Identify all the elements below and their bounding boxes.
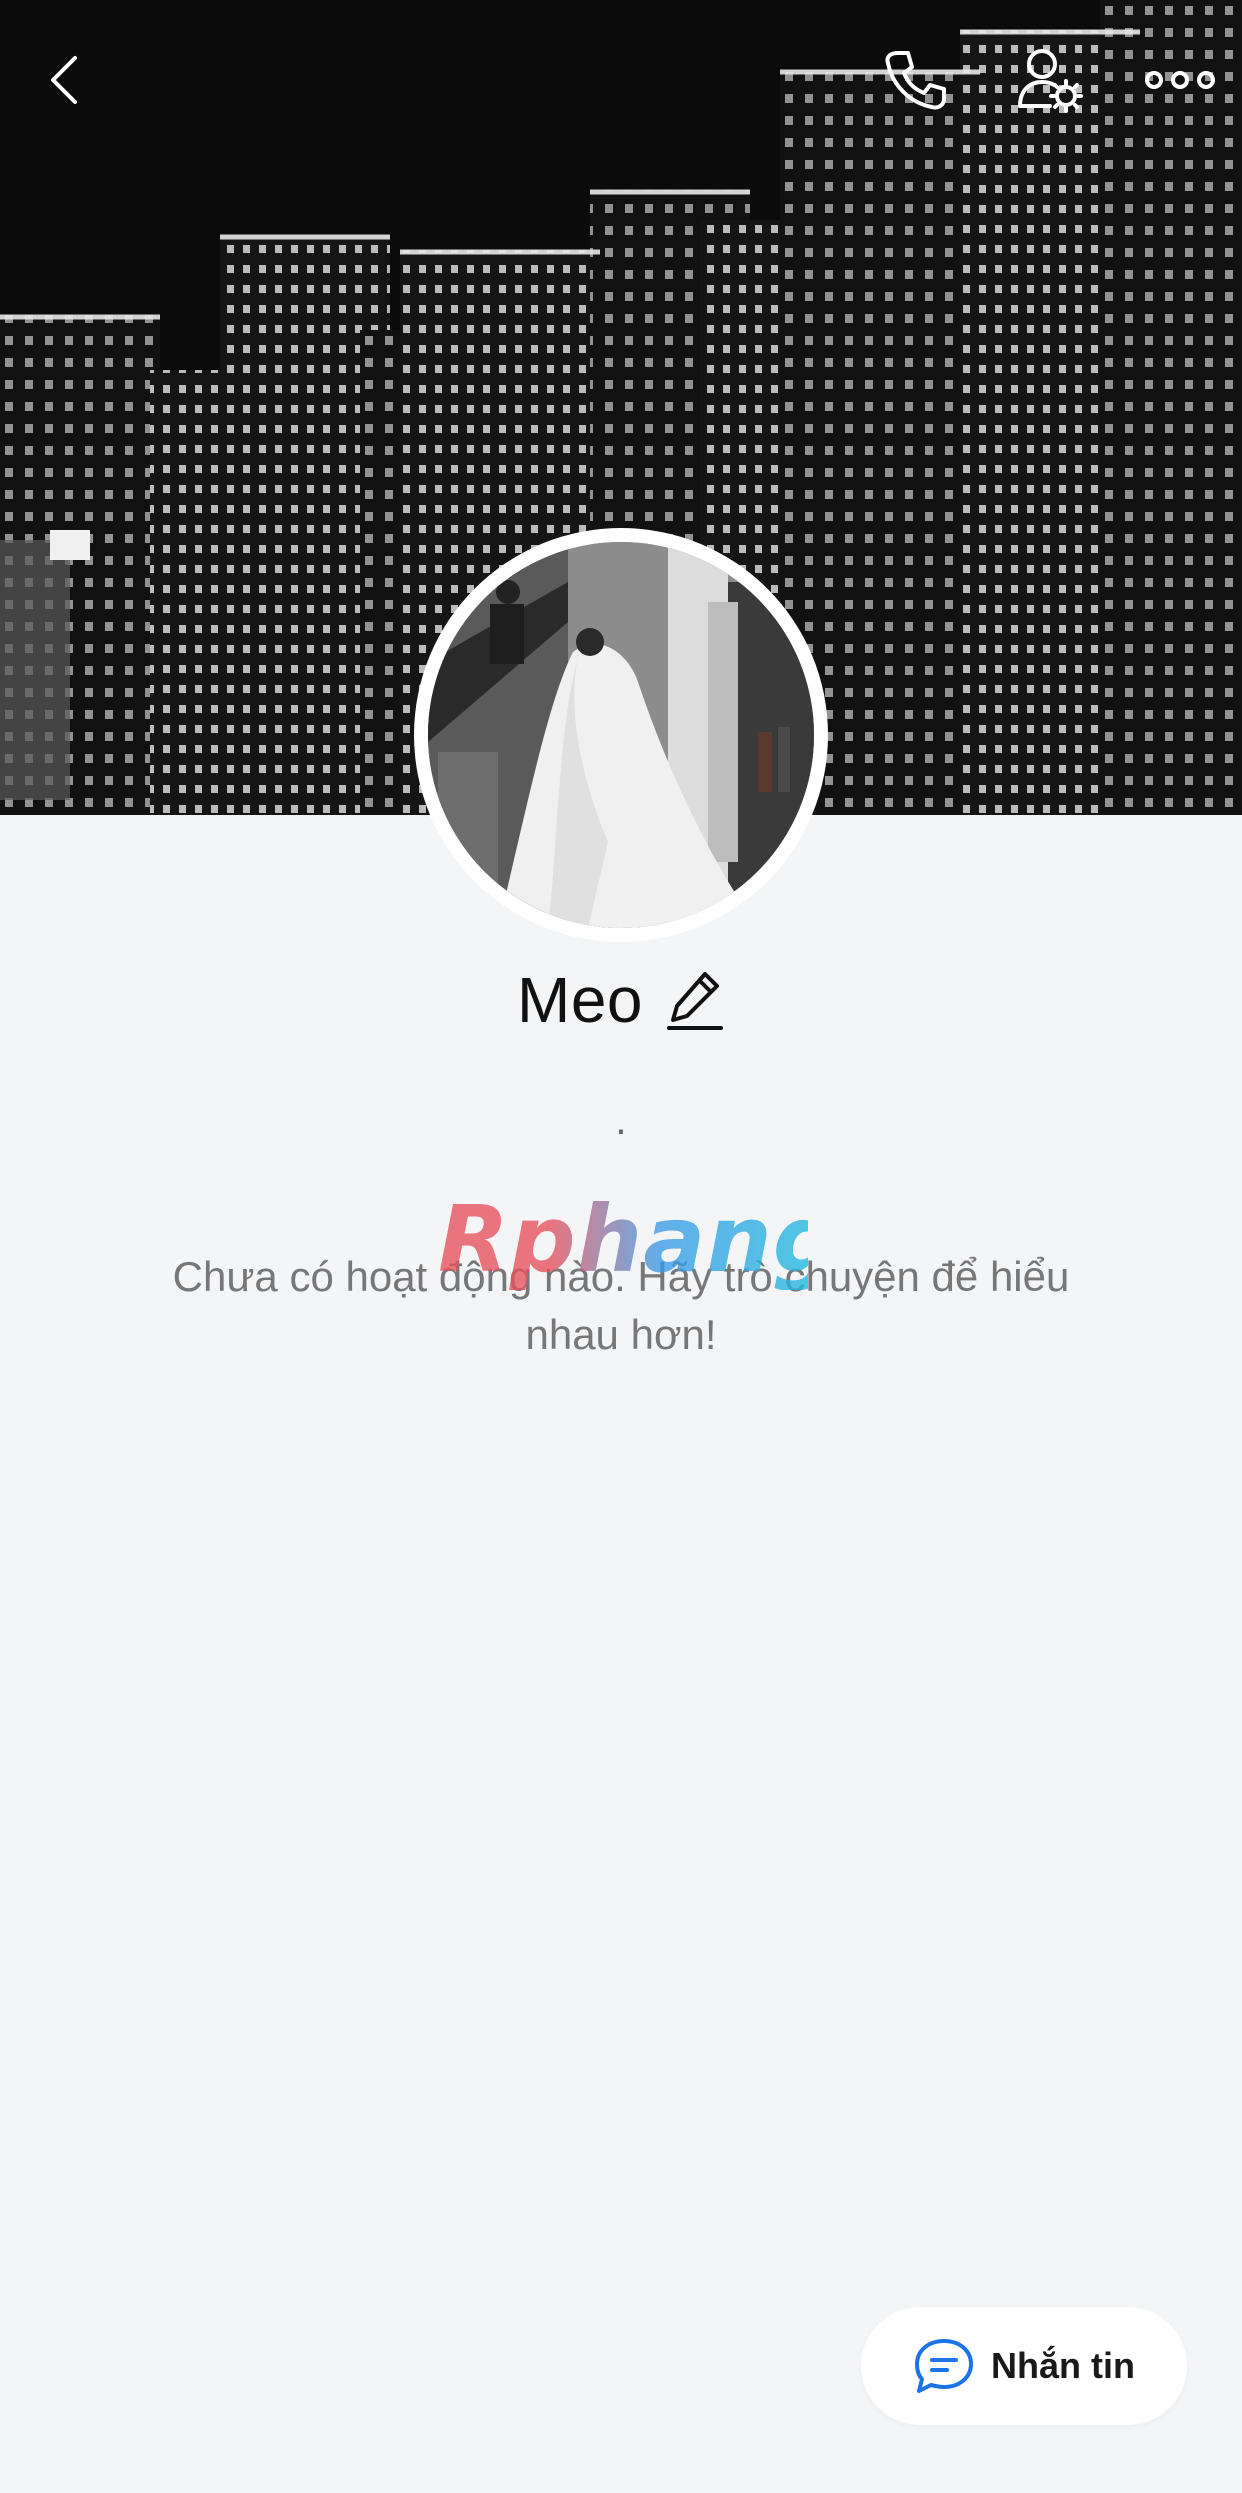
avatar-image [428,542,814,928]
more-button[interactable] [1135,40,1225,120]
profile-bio: . [615,1096,627,1143]
name-row: Meo [0,960,1242,1040]
pencil-icon [667,972,723,1030]
chevron-left-icon [51,56,77,104]
message-button-label: Nhắn tin [991,2345,1135,2386]
top-bar [0,0,1242,160]
user-settings-icon [1018,49,1083,113]
chat-bubble-icon [915,2339,973,2393]
watermark-logo: Rphang [438,1186,840,1293]
profile-name: Meo [517,964,643,1036]
message-button[interactable]: Nhắn tin [861,2307,1187,2425]
edit-name-button[interactable] [665,965,725,1035]
phone-icon [885,51,946,110]
call-button[interactable] [870,40,960,120]
user-settings-button[interactable] [1005,38,1095,122]
back-button[interactable] [30,40,100,120]
avatar[interactable] [428,542,814,928]
more-dots-icon [1145,71,1215,89]
